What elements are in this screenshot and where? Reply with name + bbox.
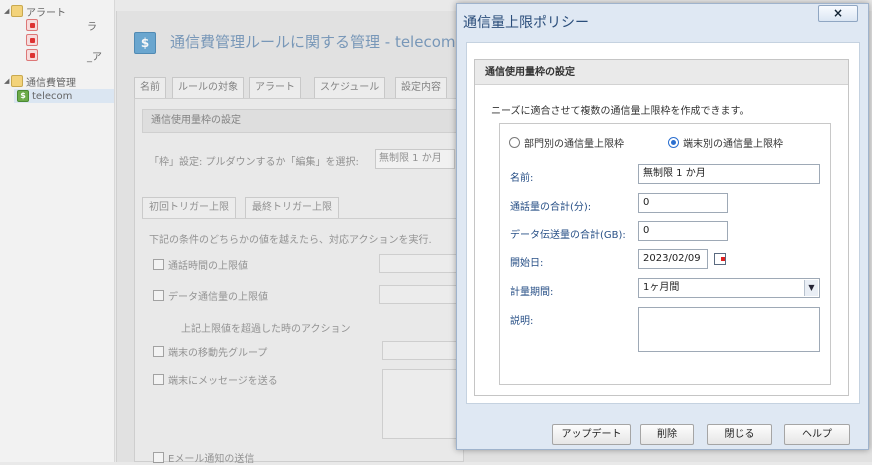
dialog-title: 通信量上限ポリシー	[463, 15, 589, 31]
start-date-label: 開始日:	[510, 258, 544, 269]
delete-button[interactable]: 削除	[640, 424, 694, 445]
alert-icon	[26, 49, 38, 61]
tree-item-alert-3[interactable]: _ア	[26, 48, 102, 63]
tree-item-label: _ア	[87, 51, 102, 63]
tree-item-alert-1[interactable]: ラ	[26, 18, 97, 33]
radio-button-selected[interactable]	[668, 137, 679, 148]
radio-device[interactable]: 端末別の通信量上限枠	[668, 135, 783, 150]
close-button[interactable]: ×	[818, 5, 858, 22]
tree-item-label: 通信費管理	[26, 77, 76, 89]
tree-item-alerts[interactable]: ◢ アラート	[4, 4, 66, 19]
alert-icon	[26, 34, 38, 46]
name-input[interactable]: 無制限 1 か月	[638, 164, 820, 184]
update-button[interactable]: アップデート	[552, 424, 631, 445]
section-header: 通信使用量枠の設定	[475, 60, 848, 85]
expand-icon[interactable]: ◢	[4, 77, 11, 85]
dollar-icon: $	[17, 90, 29, 102]
tree-item-label: ラ	[87, 21, 97, 33]
radio-department[interactable]: 部門別の通信量上限枠	[509, 135, 624, 150]
data-total-label: データ伝送量の合計(GB):	[510, 230, 626, 241]
help-button[interactable]: ヘルプ	[784, 424, 850, 445]
chevron-down-icon[interactable]: ▼	[804, 280, 818, 296]
name-label: 名前:	[510, 173, 534, 184]
tree-item-telecom-management[interactable]: ◢ 通信費管理	[4, 74, 76, 89]
quota-form: 部門別の通信量上限枠 端末別の通信量上限枠 名前: 無制限 1 か月 通話量の合…	[499, 123, 831, 385]
radio-button[interactable]	[509, 137, 520, 148]
data-total-input[interactable]: 0	[638, 221, 728, 241]
tree-item-label: アラート	[26, 7, 66, 19]
call-total-label: 通話量の合計(分):	[510, 202, 592, 213]
period-select-value: 1ヶ月間	[643, 282, 680, 293]
folder-icon	[11, 5, 23, 17]
period-select[interactable]: 1ヶ月間 ▼	[638, 278, 820, 298]
close-dialog-button[interactable]: 閉じる	[707, 424, 772, 445]
period-label: 計量期間:	[510, 287, 554, 298]
section-description: ニーズに適合させて複数の通信量上限枠を作成できます。	[491, 106, 750, 117]
call-total-input[interactable]: 0	[638, 193, 728, 213]
navigation-tree: ◢ アラート ラ _ア ◢ 通信費管理 $ telecom	[0, 0, 115, 462]
start-date-input[interactable]: 2023/02/09	[638, 249, 708, 269]
calendar-icon[interactable]	[714, 253, 726, 265]
quota-policy-dialog: 通信量上限ポリシー × 通信使用量枠の設定 ニーズに適合させて複数の通信量上限枠…	[456, 3, 869, 450]
tree-item-label: telecom	[32, 90, 73, 102]
radio-label: 部門別の通信量上限枠	[524, 139, 624, 150]
expand-icon[interactable]: ◢	[4, 7, 11, 15]
folder-icon	[11, 75, 23, 87]
alert-icon	[26, 19, 38, 31]
radio-label: 端末別の通信量上限枠	[683, 139, 783, 150]
description-label: 説明:	[510, 316, 534, 327]
tree-item-telecom[interactable]: $ telecom	[17, 89, 72, 103]
tree-item-alert-2[interactable]	[26, 33, 41, 47]
quota-settings-section: 通信使用量枠の設定 ニーズに適合させて複数の通信量上限枠を作成できます。 部門別…	[474, 59, 849, 396]
description-textarea[interactable]	[638, 307, 820, 352]
